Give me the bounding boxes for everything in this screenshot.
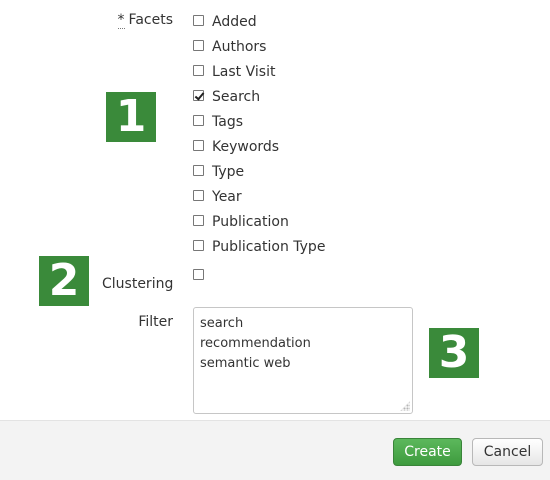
facet-label-type: Type: [212, 164, 245, 180]
facet-checkbox-year[interactable]: [193, 190, 204, 201]
clustering-checkbox[interactable]: [193, 269, 204, 280]
facet-checkbox-last-visit[interactable]: [193, 65, 204, 76]
callout-badge-1: 1: [106, 92, 156, 142]
facet-label-authors: Authors: [212, 39, 267, 55]
facet-checkbox-keywords[interactable]: [193, 140, 204, 151]
facet-option-type[interactable]: Type: [193, 160, 325, 185]
filter-line: search: [200, 316, 244, 331]
filter-line: semantic web: [200, 356, 291, 371]
facet-label-keywords: Keywords: [212, 139, 280, 155]
facet-checkbox-publication-type[interactable]: [193, 240, 204, 251]
facets-checkbox-list: Added Authors Last Visit Search Tags Key…: [193, 10, 325, 260]
facet-option-search[interactable]: Search: [193, 85, 325, 110]
facet-option-authors[interactable]: Authors: [193, 35, 325, 60]
facet-option-tags[interactable]: Tags: [193, 110, 325, 135]
facet-checkbox-added[interactable]: [193, 15, 204, 26]
facet-label-publication: Publication: [212, 214, 289, 230]
filter-label: Filter: [138, 314, 173, 330]
facets-label-text: Facets: [128, 12, 173, 28]
facet-option-publication-type[interactable]: Publication Type: [193, 235, 325, 260]
facet-label-tags: Tags: [212, 114, 243, 130]
clustering-label: Clustering: [102, 276, 174, 292]
facet-label-year: Year: [212, 189, 242, 205]
facet-checkbox-search[interactable]: [193, 90, 204, 101]
facet-option-year[interactable]: Year: [193, 185, 325, 210]
dialog-footer: Create Cancel: [0, 420, 550, 480]
create-button[interactable]: Create: [393, 438, 462, 466]
facet-option-last-visit[interactable]: Last Visit: [193, 60, 325, 85]
facet-option-keywords[interactable]: Keywords: [193, 135, 325, 160]
facet-label-publication-type: Publication Type: [212, 239, 326, 255]
filter-line: recommendation: [200, 336, 311, 351]
facet-label-search: Search: [212, 89, 261, 105]
facet-option-added[interactable]: Added: [193, 10, 325, 35]
resize-grip-icon[interactable]: [400, 401, 410, 411]
facet-checkbox-type[interactable]: [193, 165, 204, 176]
settings-form: * Facets Added Authors Last Visit Search …: [0, 0, 550, 420]
facet-checkbox-authors[interactable]: [193, 40, 204, 51]
facet-option-publication[interactable]: Publication: [193, 210, 325, 235]
callout-badge-3: 3: [429, 328, 479, 378]
required-marker: *: [117, 12, 125, 29]
facet-checkbox-tags[interactable]: [193, 115, 204, 126]
filter-textarea[interactable]: search recommendation semantic web: [193, 307, 413, 414]
callout-badge-2: 2: [39, 256, 89, 306]
cancel-button[interactable]: Cancel: [472, 438, 543, 466]
facet-label-added: Added: [212, 14, 257, 30]
facets-label: * Facets: [117, 12, 173, 29]
facet-checkbox-publication[interactable]: [193, 215, 204, 226]
facet-label-last-visit: Last Visit: [212, 64, 276, 80]
